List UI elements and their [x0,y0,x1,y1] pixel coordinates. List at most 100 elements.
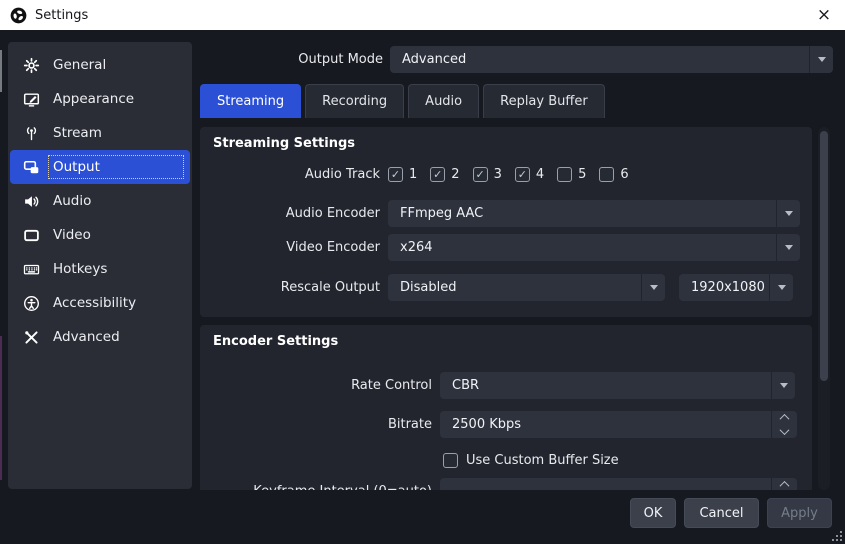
spin-up-button[interactable] [772,478,797,490]
audio-encoder-value: FFmpeg AAC [388,200,776,227]
audio-track-number: 1 [409,167,417,182]
video-encoder-value: x264 [388,234,776,261]
settings-sidebar: General Appearance Stream Output Audio [8,42,192,489]
sidebar-item-advanced[interactable]: Advanced [10,320,190,354]
bitrate-row: Bitrate 2500 Kbps [200,411,812,438]
rate-control-label: Rate Control [200,372,432,399]
tab-replay-buffer[interactable]: Replay Buffer [483,84,605,118]
checkbox-icon[interactable] [430,167,445,182]
chevron-down-icon [776,200,800,227]
chevron-down-icon [771,372,795,399]
chevron-down-icon [769,274,793,301]
sidebar-item-label: Advanced [50,327,182,347]
audio-track-number: 6 [620,167,628,182]
audio-track-checkbox-5[interactable]: 5 [557,167,586,182]
tab-label: Replay Buffer [500,94,588,109]
screen-edge-artifact [0,336,2,480]
checkbox-icon[interactable] [557,167,572,182]
audio-track-checkbox-6[interactable]: 6 [599,167,628,182]
sidebar-item-accessibility[interactable]: Accessibility [10,286,190,320]
sidebar-item-label: Audio [50,191,182,211]
sidebar-item-label: Hotkeys [50,259,182,279]
tab-content: Streaming Settings Audio Track 1 2 3 [200,118,812,490]
rescale-output-value: Disabled [388,274,641,301]
tab-audio[interactable]: Audio [408,84,479,118]
spin-up-button[interactable] [772,411,797,425]
encoder-settings-group: Encoder Settings Rate Control CBR Bitrat… [200,325,812,490]
scrollbar-thumb[interactable] [820,131,828,381]
tab-label: Audio [425,94,462,109]
audio-track-checkboxes: 1 2 3 4 5 [388,164,629,184]
bitrate-label: Bitrate [200,411,432,438]
audio-track-checkbox-3[interactable]: 3 [473,167,502,182]
audio-track-number: 2 [451,167,459,182]
vertical-scrollbar[interactable] [818,127,830,490]
output-mode-select[interactable]: Advanced [390,46,833,73]
chevron-down-icon [809,46,833,73]
audio-track-checkbox-1[interactable]: 1 [388,167,417,182]
sidebar-item-audio[interactable]: Audio [10,184,190,218]
video-encoder-row: Video Encoder x264 [200,234,812,261]
checkbox-icon[interactable] [388,167,403,182]
checkbox-icon[interactable] [599,167,614,182]
rescale-resolution-value: 1920x1080 [679,274,769,301]
tab-label: Recording [322,94,387,109]
output-tabs: Streaming Recording Audio Replay Buffer [200,84,605,118]
checkbox-icon[interactable] [473,167,488,182]
resize-grip[interactable] [832,531,842,541]
output-mode-label: Output Mode [230,46,383,73]
rescale-output-select[interactable]: Disabled [388,274,665,301]
rescale-resolution-select[interactable]: 1920x1080 [679,274,793,301]
tab-label: Streaming [217,94,284,109]
sidebar-item-label: Output [50,157,182,177]
checkbox-icon[interactable] [443,453,458,468]
keyboard-icon [23,261,40,278]
settings-window: Settings × General Appearance Stream [0,0,845,544]
checkbox-icon[interactable] [515,167,530,182]
audio-track-checkbox-2[interactable]: 2 [430,167,459,182]
output-mode-value: Advanced [390,46,809,73]
spinner-buttons [771,411,797,438]
sidebar-item-label: Video [50,225,182,245]
rate-control-row: Rate Control CBR [200,372,812,399]
sidebar-item-stream[interactable]: Stream [10,116,190,150]
ok-button[interactable]: OK [630,498,676,528]
display-icon [23,227,40,244]
tab-streaming[interactable]: Streaming [200,84,301,118]
custom-buffer-label: Use Custom Buffer Size [466,453,619,468]
broadcast-icon [23,125,40,142]
apply-button[interactable]: Apply [767,498,832,528]
audio-track-number: 3 [494,167,502,182]
audio-track-label: Audio Track [200,161,380,188]
sidebar-item-appearance[interactable]: Appearance [10,82,190,116]
custom-buffer-checkbox[interactable]: Use Custom Buffer Size [443,453,619,468]
keyframe-interval-label: Keyframe Interval (0=auto) [200,478,432,490]
gear-icon [23,57,40,74]
streaming-settings-group: Streaming Settings Audio Track 1 2 3 [200,127,812,317]
sidebar-item-hotkeys[interactable]: Hotkeys [10,252,190,286]
bitrate-value: 2500 Kbps [440,411,771,438]
group-title: Encoder Settings [213,334,338,349]
audio-track-number: 5 [578,167,586,182]
keyframe-interval-input[interactable] [440,478,797,490]
audio-encoder-select[interactable]: FFmpeg AAC [388,200,800,227]
sidebar-item-label: Stream [50,123,182,143]
video-encoder-label: Video Encoder [200,234,380,261]
video-encoder-select[interactable]: x264 [388,234,800,261]
tab-recording[interactable]: Recording [305,84,404,118]
bitrate-input[interactable]: 2500 Kbps [440,411,797,438]
spin-down-button[interactable] [772,425,797,439]
window-title: Settings [35,8,88,23]
sidebar-item-output[interactable]: Output [10,150,190,184]
close-icon[interactable]: × [803,0,845,30]
rate-control-select[interactable]: CBR [440,372,795,399]
speaker-icon [23,193,40,210]
audio-track-checkbox-4[interactable]: 4 [515,167,544,182]
sidebar-item-video[interactable]: Video [10,218,190,252]
sidebar-item-general[interactable]: General [10,48,190,82]
audio-encoder-label: Audio Encoder [200,200,380,227]
screen-edge-artifact [0,50,2,92]
rate-control-value: CBR [440,372,771,399]
rescale-output-label: Rescale Output [200,274,380,301]
cancel-button[interactable]: Cancel [684,498,759,528]
